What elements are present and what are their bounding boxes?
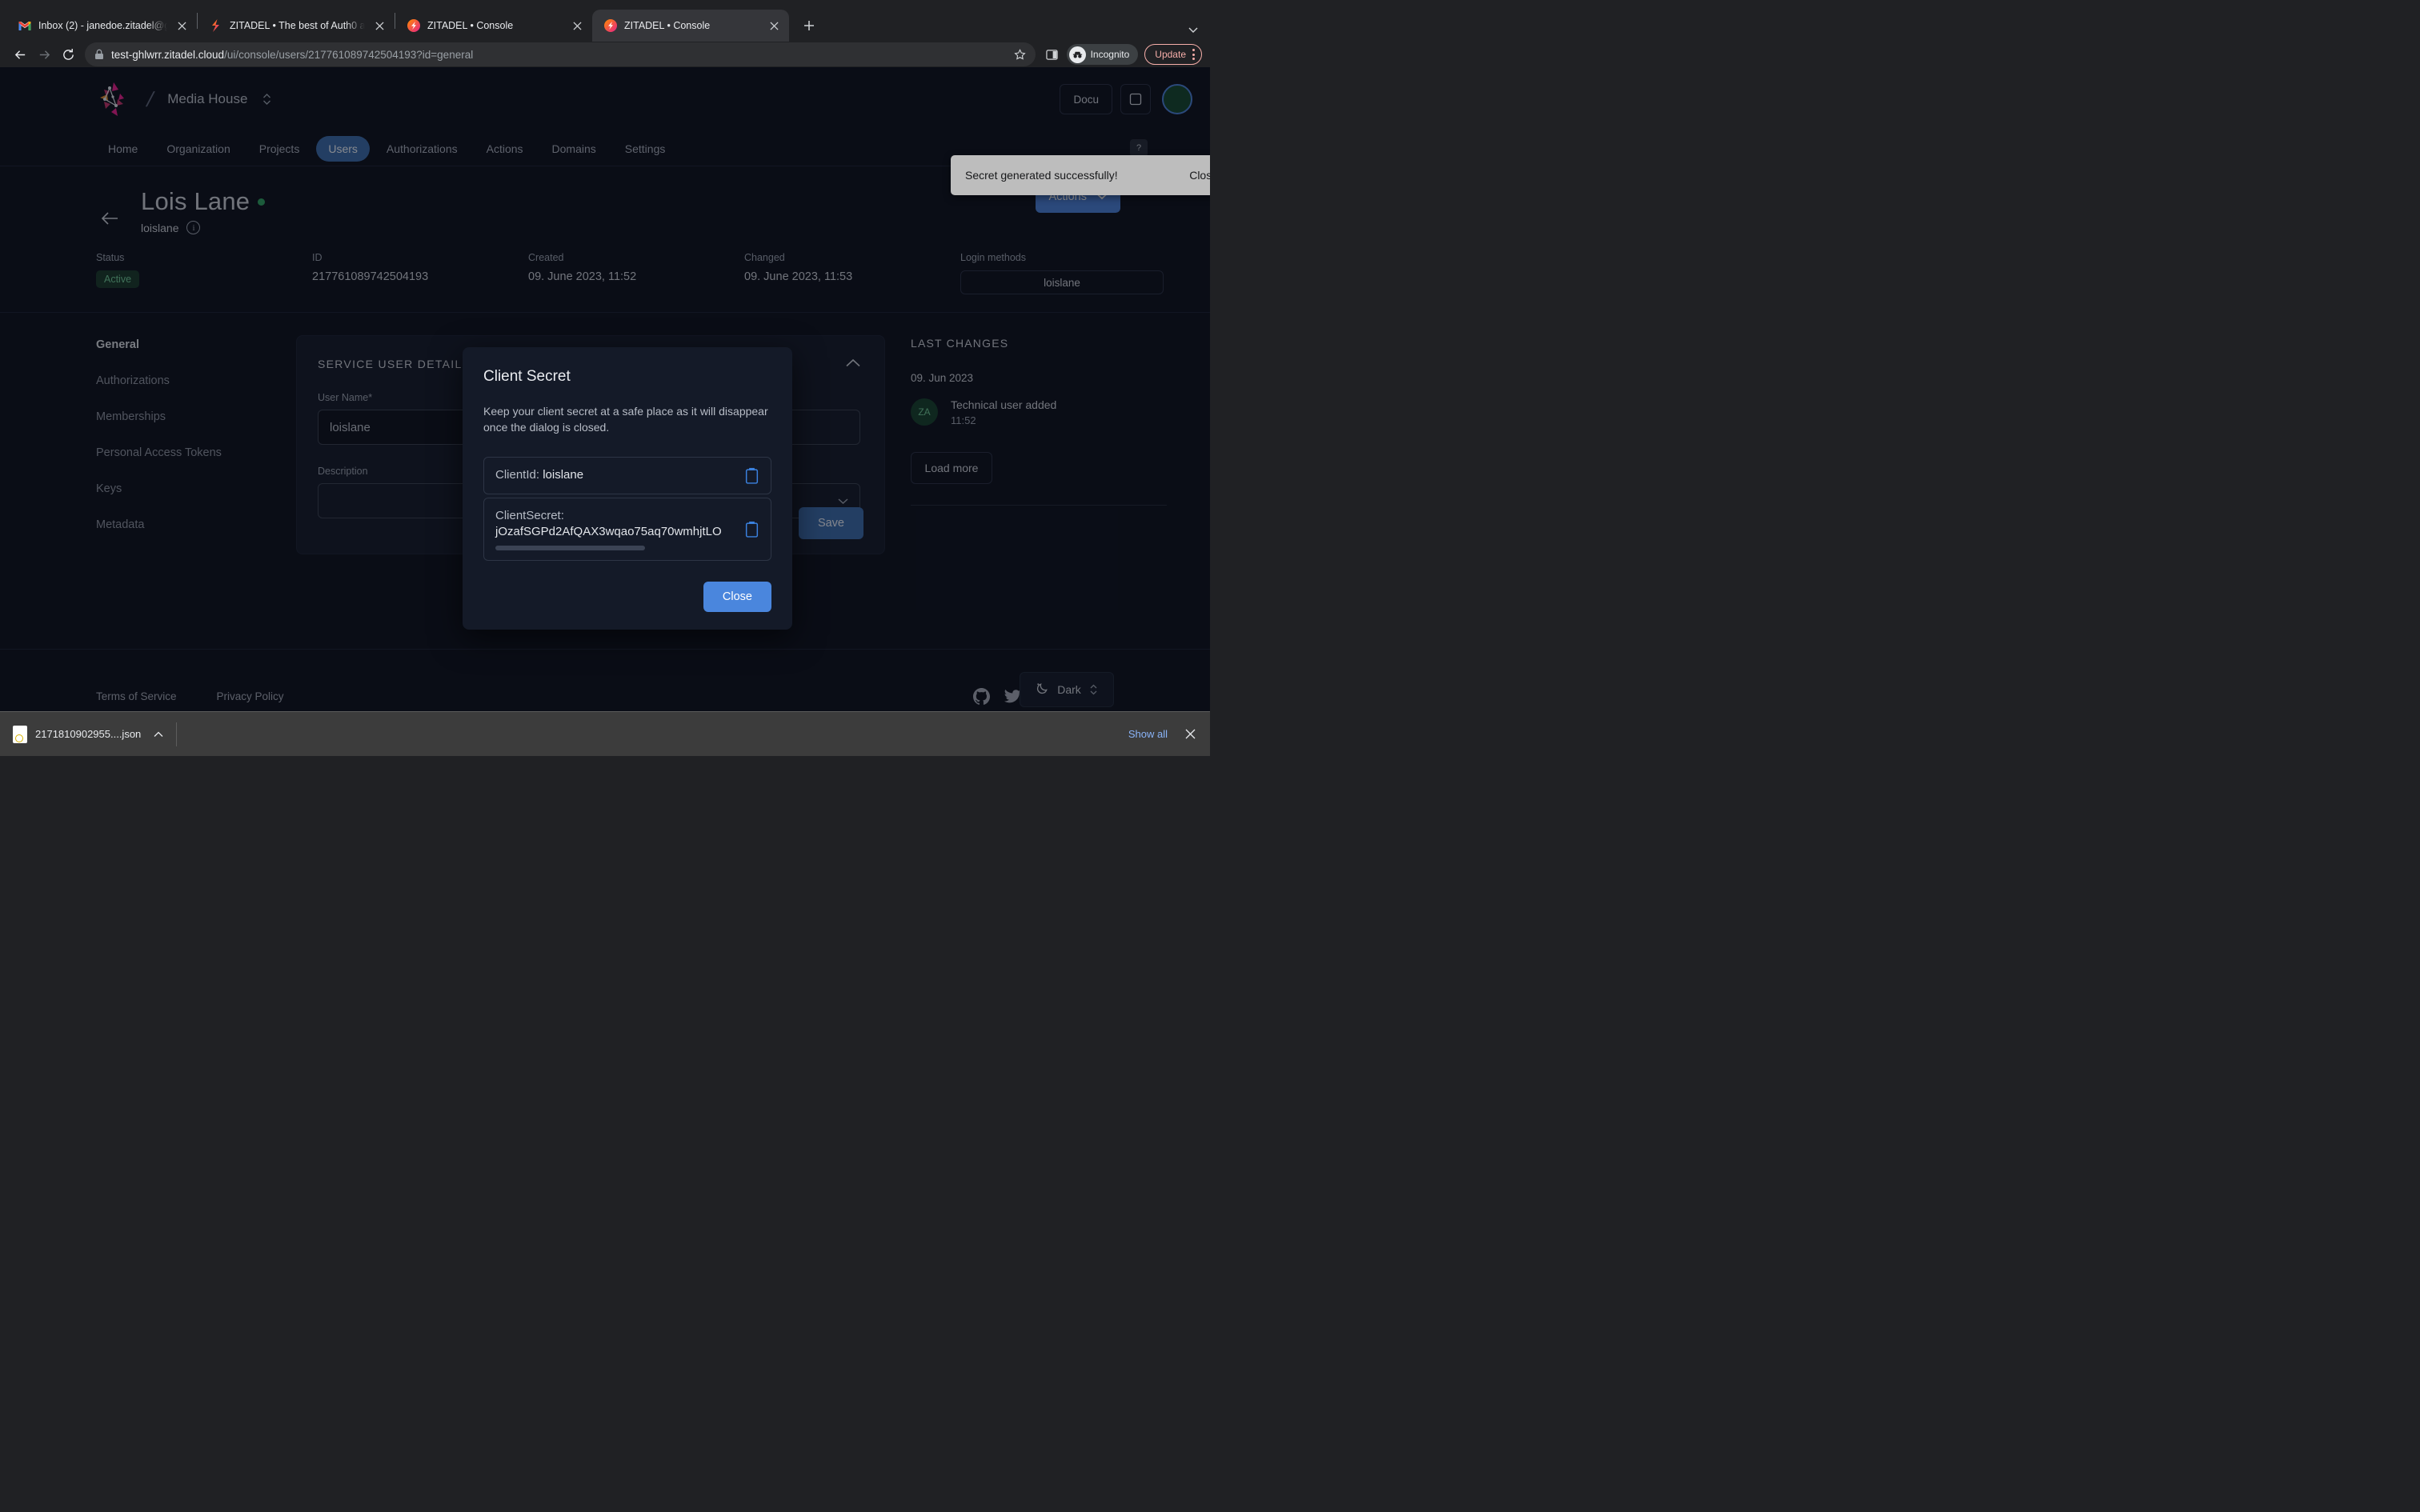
client-secret-label: ClientSecret:	[495, 508, 736, 524]
file-icon	[13, 726, 27, 743]
tab-title: ZITADEL • Console	[624, 20, 759, 31]
tab-title: ZITADEL • Console	[427, 20, 563, 31]
horizontal-scrollbar[interactable]	[495, 546, 645, 550]
client-id-label: ClientId:	[495, 468, 539, 482]
incognito-label: Incognito	[1091, 49, 1130, 60]
client-secret-dialog: Client Secret Keep your client secret at…	[463, 347, 792, 630]
toast-message: Secret generated successfully!	[965, 169, 1189, 182]
client-id-row: ClientId: loislane	[483, 457, 771, 494]
reload-button[interactable]	[56, 42, 80, 66]
download-file-name: 2171810902955....json	[35, 728, 141, 740]
browser-chrome: Inbox (2) - janedoe.zitadel@gm ZITADEL •…	[0, 0, 1210, 67]
url-path: /ui/console/users/217761089742504193?id=…	[224, 49, 473, 61]
side-panel-icon[interactable]	[1041, 43, 1064, 66]
incognito-icon	[1069, 46, 1086, 63]
client-id-text: ClientId: loislane	[495, 467, 736, 483]
copy-icon[interactable]	[744, 467, 759, 484]
tab-title: ZITADEL • The best of Auth0 a	[230, 20, 365, 31]
browser-tab-active[interactable]: ZITADEL • Console	[592, 10, 789, 42]
chrome-menu-icon[interactable]	[1192, 49, 1195, 60]
zitadel-icon	[407, 19, 420, 33]
update-button[interactable]: Update	[1144, 44, 1202, 65]
incognito-indicator[interactable]: Incognito	[1067, 44, 1139, 65]
divider	[176, 722, 177, 746]
zitadel-console: / Media House Docu Home Organization Pro…	[0, 67, 1210, 743]
close-icon[interactable]	[570, 18, 584, 33]
tab-title: Inbox (2) - janedoe.zitadel@gm	[38, 20, 167, 31]
client-secret-value: jOzafSGPd2AfQAX3wqao75aq70wmhjtLO	[495, 524, 736, 540]
browser-toolbar: test-ghlwrr.zitadel.cloud/ui/console/use…	[0, 42, 1210, 67]
chevron-down-icon[interactable]	[1188, 24, 1199, 35]
back-button[interactable]	[8, 42, 32, 66]
client-id-value: loislane	[543, 468, 583, 482]
toast-notification: Secret generated successfully! Close	[951, 155, 1210, 195]
browser-tab[interactable]: ZITADEL • Console	[395, 10, 592, 42]
download-bar: 2171810902955....json Show all	[0, 711, 1210, 756]
close-icon[interactable]	[1185, 729, 1196, 739]
zitadel-icon	[603, 19, 617, 33]
url-host: test-ghlwrr.zitadel.cloud	[111, 49, 224, 61]
new-tab-button[interactable]	[797, 14, 821, 38]
close-icon[interactable]	[372, 18, 387, 33]
dialog-description: Keep your client secret at a safe place …	[483, 403, 771, 436]
url-text: test-ghlwrr.zitadel.cloud/ui/console/use…	[111, 49, 1008, 61]
browser-tab[interactable]: ZITADEL • The best of Auth0 a	[198, 10, 395, 42]
dialog-title: Client Secret	[483, 368, 771, 386]
client-secret-text: ClientSecret: jOzafSGPd2AfQAX3wqao75aq70…	[495, 508, 736, 551]
show-all-downloads-link[interactable]: Show all	[1128, 728, 1168, 740]
download-item[interactable]: 2171810902955....json	[0, 712, 176, 757]
browser-tab[interactable]: Inbox (2) - janedoe.zitadel@gm	[6, 10, 197, 42]
dialog-close-button[interactable]: Close	[703, 582, 771, 612]
zitadel-icon	[209, 19, 222, 33]
chevron-up-icon[interactable]	[154, 727, 163, 742]
forward-button[interactable]	[32, 42, 56, 66]
tab-strip: Inbox (2) - janedoe.zitadel@gm ZITADEL •…	[0, 0, 1210, 42]
update-label: Update	[1155, 49, 1186, 60]
gmail-icon	[18, 19, 31, 33]
client-secret-row: ClientSecret: jOzafSGPd2AfQAX3wqao75aq70…	[483, 498, 771, 562]
copy-icon[interactable]	[744, 521, 759, 538]
toast-close-button[interactable]: Close	[1189, 169, 1210, 182]
address-bar[interactable]: test-ghlwrr.zitadel.cloud/ui/console/use…	[85, 42, 1036, 66]
close-icon[interactable]	[174, 18, 189, 33]
lock-icon	[94, 49, 104, 60]
bookmark-star-icon[interactable]	[1014, 49, 1026, 61]
close-icon[interactable]	[767, 18, 781, 33]
